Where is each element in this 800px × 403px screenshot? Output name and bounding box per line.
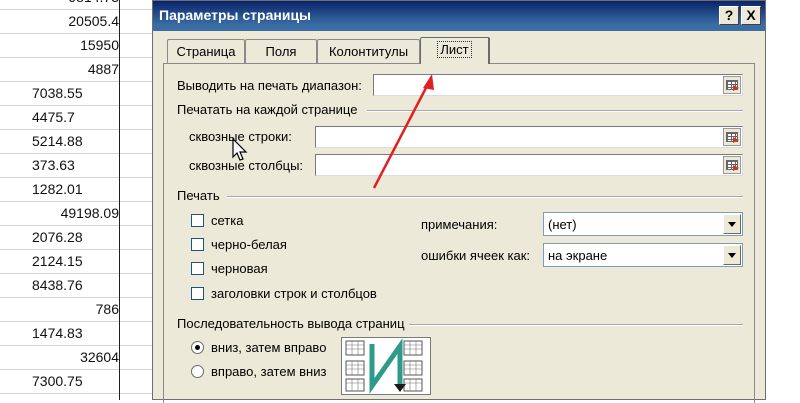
sheet-cell[interactable]: 1282.01	[0, 177, 119, 201]
sheet-cell[interactable]: 4475.7	[0, 105, 119, 129]
sheet-cell[interactable]: 786	[0, 297, 119, 321]
sheet-cell[interactable]: 32604	[0, 345, 119, 369]
group-divider	[409, 324, 743, 326]
cell-errors-label: ошибки ячеек как:	[421, 248, 531, 263]
group-divider	[227, 196, 743, 198]
black-white-checkbox[interactable]	[191, 238, 204, 251]
dialog-titlebar: Параметры страницы ? X	[153, 1, 765, 31]
gridlines-checkbox[interactable]	[191, 214, 204, 227]
spreadsheet-column: 9814.7320505.41595048877038.554475.75214…	[0, 0, 160, 400]
mouse-cursor-icon	[232, 138, 248, 161]
range-picker-button[interactable]	[723, 128, 741, 146]
over-then-down-label: вправо, затем вниз	[211, 364, 327, 379]
down-then-over-label: вниз, затем вправо	[211, 340, 327, 355]
row-col-headings-label: заголовки строк и столбцов	[211, 286, 377, 301]
draft-label: черновая	[211, 261, 268, 276]
print-titles-group-label: Печатать на каждой странице	[177, 102, 358, 117]
sheet-cell[interactable]: 2076.28	[0, 225, 119, 249]
comments-label: примечания:	[421, 217, 498, 232]
close-button[interactable]: X	[741, 6, 761, 25]
range-picker-button[interactable]	[723, 156, 741, 174]
rows-to-repeat-input[interactable]	[315, 126, 743, 148]
tab-header-footer[interactable]: Колонтитулы	[317, 39, 420, 63]
page-setup-dialog: Параметры страницы ? X Страница Поля Кол…	[152, 0, 766, 403]
over-then-down-radio[interactable]	[191, 365, 204, 378]
cell-errors-value: на экране	[548, 248, 608, 263]
sheet-cell[interactable]: 9814.73	[0, 0, 119, 9]
range-picker-button[interactable]	[723, 76, 741, 94]
tab-margins[interactable]: Поля	[245, 39, 317, 63]
help-button[interactable]: ?	[719, 6, 739, 25]
draft-checkbox[interactable]	[191, 262, 204, 275]
cols-to-repeat-input[interactable]	[315, 154, 743, 176]
row-col-headings-checkbox[interactable]	[191, 287, 204, 300]
group-divider	[367, 110, 743, 112]
sheet-cell[interactable]: 49198.09	[0, 201, 119, 225]
cell-errors-select[interactable]: на экране	[543, 243, 743, 267]
tab-page[interactable]: Страница	[167, 39, 245, 63]
dialog-title: Параметры страницы	[159, 7, 312, 23]
sheet-cell[interactable]: 7038.55	[0, 81, 119, 105]
sheet-cell[interactable]: 1474.83	[0, 321, 119, 345]
column-border	[119, 0, 120, 400]
sheet-cell[interactable]: 373.63	[0, 153, 119, 177]
sheet-cell[interactable]: 7300.75	[0, 369, 119, 393]
sheet-cell[interactable]: 5214.88	[0, 129, 119, 153]
chevron-down-icon[interactable]	[723, 214, 741, 234]
sheet-cell[interactable]: 15950	[0, 33, 119, 57]
print-area-input[interactable]	[373, 74, 743, 96]
page-order-group-label: Последовательность вывода страниц	[177, 316, 405, 331]
sheet-cell[interactable]: 20505.4	[0, 9, 119, 33]
comments-select[interactable]: (нет)	[543, 212, 743, 236]
sheet-cell[interactable]: 4887	[0, 57, 119, 81]
print-group-label: Печать	[177, 188, 220, 203]
down-then-over-radio[interactable]	[191, 341, 204, 354]
comments-value: (нет)	[548, 217, 577, 232]
sheet-cell[interactable]: 2124.15	[0, 249, 119, 273]
gridlines-label: сетка	[211, 213, 244, 228]
print-area-label: Выводить на печать диапазон:	[177, 78, 362, 93]
black-white-label: черно-белая	[211, 237, 287, 252]
page-order-preview-icon	[341, 337, 431, 395]
chevron-down-icon[interactable]	[723, 245, 741, 265]
tab-sheet[interactable]: Лист	[420, 37, 490, 64]
sheet-cell[interactable]: 8438.76	[0, 273, 119, 297]
